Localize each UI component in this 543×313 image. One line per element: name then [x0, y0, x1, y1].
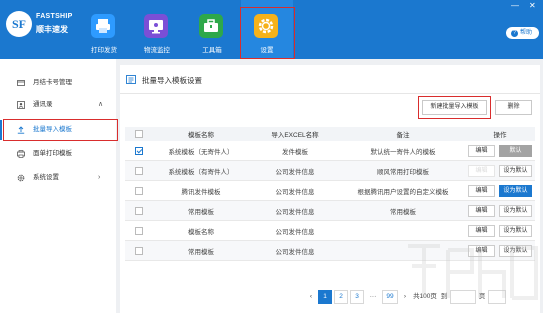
select-all-cell[interactable] — [125, 127, 153, 141]
sidebar-item-label: 月结卡号管理 — [33, 79, 72, 86]
monitor-icon — [144, 14, 168, 38]
table-row[interactable]: 系统模板（无寄件人） 发件模板 默认统一寄件人的模板 编辑 默认 — [125, 141, 535, 161]
row-select-cell[interactable] — [125, 201, 153, 220]
sidebar-item-system-settings[interactable]: 系统设置 › — [0, 168, 116, 188]
chevron-right-icon: › — [98, 174, 101, 181]
nav-toolbox[interactable]: 工具箱 — [186, 0, 238, 59]
row-select-cell[interactable] — [125, 241, 153, 260]
row-checkbox[interactable] — [135, 226, 143, 235]
logo-english-name: FASTSHIP — [36, 13, 73, 20]
table-row[interactable]: 系统模板（有寄件人） 公司发件信息 顺风常用打印模板 编辑 设为默认 — [125, 161, 535, 181]
nav-print-ship[interactable]: 打印发货 — [78, 0, 130, 59]
close-button[interactable]: ✕ — [529, 2, 536, 10]
edit-button[interactable]: 编辑 — [468, 165, 495, 177]
page-title-text: 批量导入模板设置 — [142, 76, 202, 85]
column-header-name: 模板名称 — [188, 132, 214, 139]
row-checkbox[interactable] — [135, 166, 143, 175]
table-header: 模板名称 导入EXCEL名称 备注 操作 — [125, 127, 535, 141]
row-checkbox[interactable] — [135, 206, 143, 215]
edit-button[interactable]: 编辑 — [468, 145, 495, 157]
template-name-cell: 系统模板（有寄件人） — [168, 168, 234, 176]
note-cell: 常用模板 — [390, 208, 416, 216]
row-select-cell[interactable] — [125, 221, 153, 240]
excel-name-cell: 发件模板 — [282, 148, 308, 156]
table-row[interactable]: 常用模板 公司发件信息 常用模板 编辑 设为默认 — [125, 201, 535, 221]
row-checkbox[interactable] — [135, 146, 143, 155]
sidebar-item-monthly-card[interactable]: 月结卡号管理 — [0, 73, 116, 93]
app-logo: SF FASTSHIP 顺丰速发 — [6, 11, 73, 41]
column-header-note: 备注 — [396, 132, 410, 139]
edit-button[interactable]: 编辑 — [468, 185, 495, 197]
nav-logistics-monitor[interactable]: 物流监控 — [131, 0, 183, 59]
prev-page-button[interactable]: ‹ — [306, 290, 316, 304]
table-row[interactable]: 腾讯发件模板 公司发件信息 根据腾讯用户设置的自定义模板 编辑 设为默认 — [125, 181, 535, 201]
contacts-icon — [17, 101, 25, 109]
note-cell: 顺风常用打印模板 — [377, 168, 429, 176]
set-default-button[interactable]: 设为默认 — [499, 165, 532, 177]
help-button[interactable]: ? 帮助 — [506, 27, 539, 39]
logo-chinese-name: 顺丰速发 — [36, 25, 68, 34]
list-icon — [126, 75, 136, 84]
excel-name-cell: 公司发件信息 — [275, 228, 315, 236]
printer-icon — [91, 14, 115, 38]
edit-button[interactable]: 编辑 — [468, 205, 495, 217]
page-ellipsis: ··· — [369, 293, 377, 300]
new-button-highlight-frame — [418, 96, 491, 119]
sidebar-highlight-frame — [3, 119, 118, 141]
gear-icon — [17, 174, 25, 182]
nav-label: 打印发货 — [91, 47, 117, 54]
top-bar: SF FASTSHIP 顺丰速发 打印发货 物流监控 工具箱 设置 — ✕ ? 帮… — [0, 0, 543, 59]
note-cell: 根据腾讯用户设置的自定义模板 — [357, 188, 449, 196]
divider — [120, 93, 540, 94]
sidebar-item-contacts[interactable]: 通讯录 ∧ — [0, 95, 116, 115]
excel-name-cell: 公司发件信息 — [275, 248, 315, 256]
toolbox-icon — [199, 14, 223, 38]
set-default-button[interactable]: 设为默认 — [499, 185, 532, 197]
help-label: 帮助 — [520, 30, 533, 36]
watermark-logo — [408, 244, 538, 300]
template-name-cell: 常用模板 — [188, 208, 214, 216]
column-header-action: 操作 — [493, 132, 507, 139]
page-button[interactable]: 99 — [382, 290, 398, 304]
excel-name-cell: 公司发件信息 — [275, 168, 315, 176]
logo-badge: SF — [6, 11, 32, 37]
page-button[interactable]: 3 — [350, 290, 364, 304]
page-button[interactable]: 2 — [334, 290, 348, 304]
template-name-cell: 模板名称 — [188, 228, 214, 236]
page-title: 批量导入模板设置 — [126, 75, 202, 86]
row-select-cell[interactable] — [125, 181, 153, 200]
sidebar: 月结卡号管理 通讯录 ∧ 批量导入模板 面单打印模板 系统设置 › — [0, 59, 116, 313]
excel-name-cell: 公司发件信息 — [275, 208, 315, 216]
nav-label: 物流监控 — [144, 47, 170, 54]
sidebar-item-waybill-print-template[interactable]: 面单打印模板 — [0, 144, 116, 164]
question-icon: ? — [511, 30, 518, 37]
settings-highlight-frame — [240, 7, 295, 59]
set-default-button[interactable]: 默认 — [499, 145, 532, 157]
row-select-cell[interactable] — [125, 141, 153, 160]
selected-indicator — [0, 120, 2, 140]
set-default-button[interactable]: 设为默认 — [499, 205, 532, 217]
sidebar-item-label: 通讯录 — [33, 101, 53, 108]
column-header-excel: 导入EXCEL名称 — [271, 132, 319, 139]
page-button[interactable]: 1 — [318, 290, 332, 304]
sidebar-item-label: 面单打印模板 — [33, 150, 72, 157]
card-icon — [17, 80, 25, 86]
sidebar-item-label: 系统设置 — [33, 174, 59, 181]
excel-name-cell: 公司发件信息 — [275, 188, 315, 196]
delete-button[interactable]: 删除 — [495, 100, 532, 115]
nav-label: 工具箱 — [202, 47, 222, 54]
chevron-up-icon: ∧ — [98, 101, 104, 108]
select-all-checkbox[interactable] — [135, 130, 143, 138]
row-checkbox[interactable] — [135, 246, 143, 255]
template-name-cell: 腾讯发件模板 — [181, 188, 221, 196]
note-cell: 默认统一寄件人的模板 — [370, 148, 436, 156]
template-name-cell: 系统模板（无寄件人） — [168, 148, 234, 156]
row-select-cell[interactable] — [125, 161, 153, 180]
print-template-icon — [17, 150, 25, 158]
row-checkbox[interactable] — [135, 186, 143, 195]
minimize-button[interactable]: — — [511, 2, 519, 10]
template-name-cell: 常用模板 — [188, 248, 214, 256]
